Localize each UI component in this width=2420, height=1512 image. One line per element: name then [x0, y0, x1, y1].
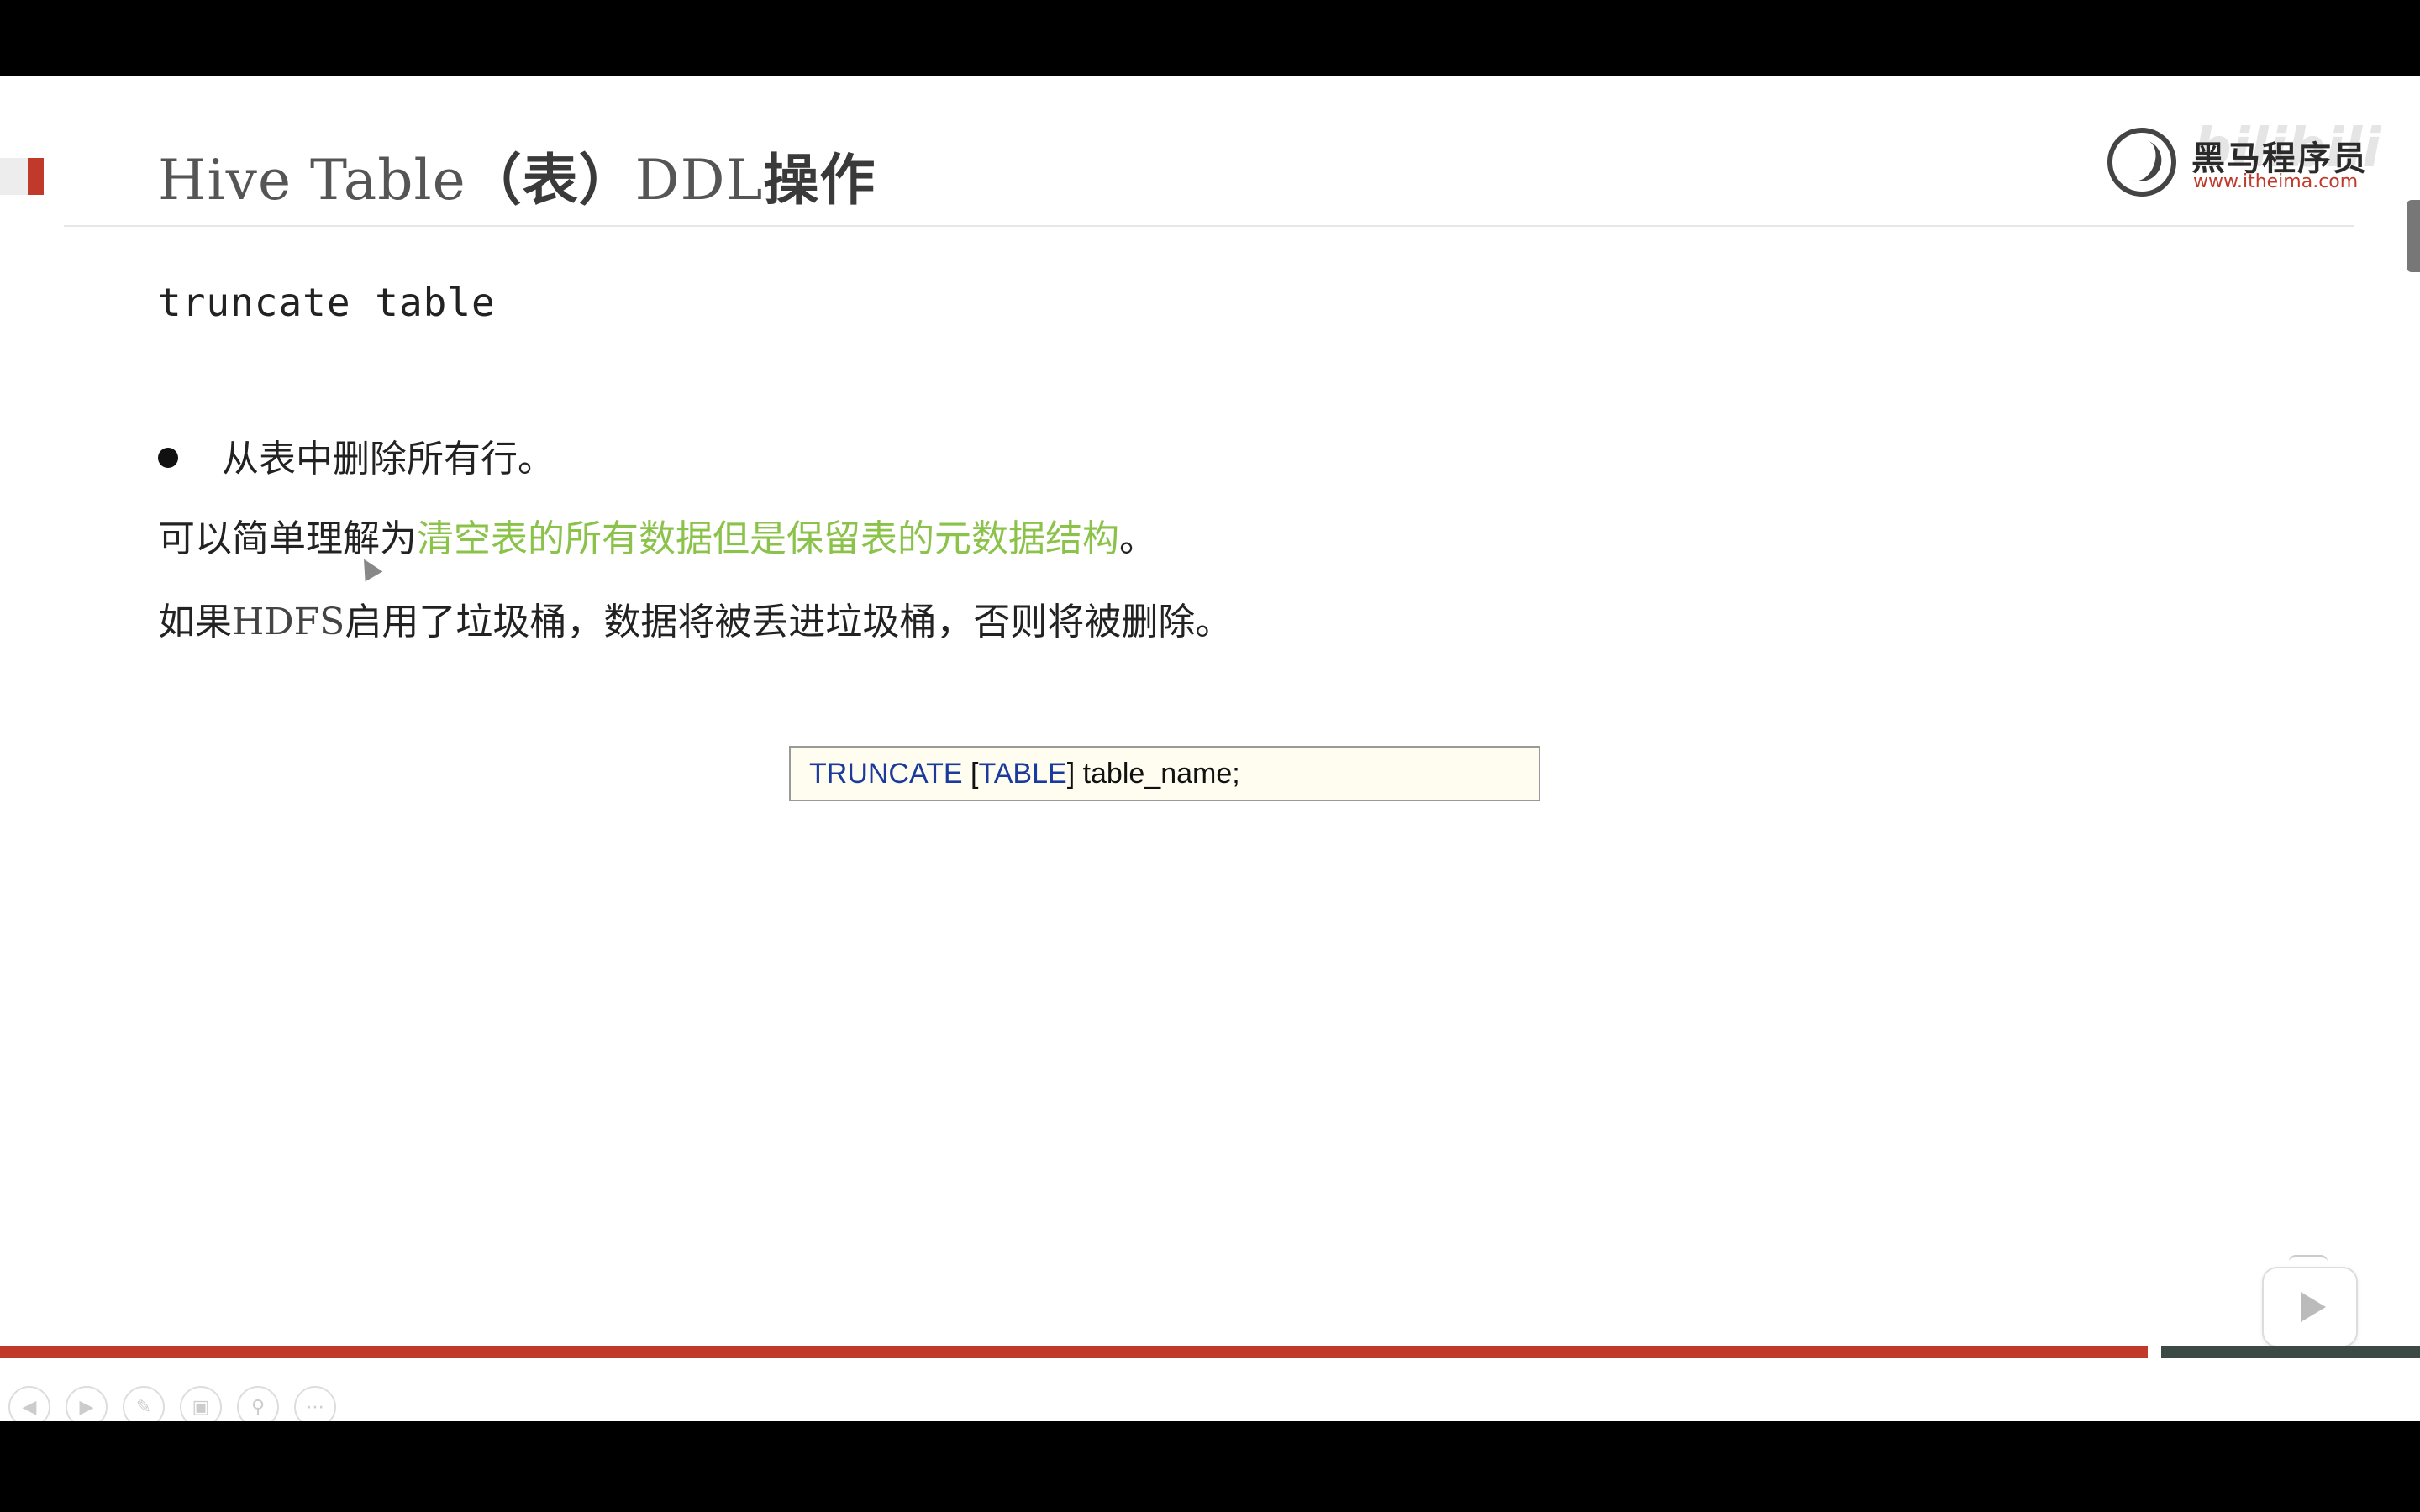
- line1-suffix: 。: [1119, 517, 1156, 560]
- horse-logo-icon: [2107, 128, 2176, 197]
- video-progress-remaining[interactable]: [2161, 1346, 2420, 1358]
- title-op: 操作: [763, 148, 876, 213]
- side-scroll-tab[interactable]: [2407, 200, 2420, 272]
- line2-hdfs: HDFS: [232, 601, 345, 643]
- pen-icon[interactable]: ✎: [123, 1386, 165, 1421]
- bullet-item: 从表中删除所有行。: [158, 428, 555, 482]
- trash-note-line: 如果HDFS启用了垃圾桶，数据将被丢进垃圾桶，否则将被删除。: [158, 591, 1232, 645]
- title-divider: [64, 225, 2354, 227]
- prev-icon[interactable]: ◀: [8, 1386, 50, 1421]
- title-accent-red: [28, 158, 44, 195]
- line2-prefix: 如果: [158, 601, 232, 643]
- bullet-text: 从表中删除所有行。: [222, 438, 555, 480]
- explanation-line: 可以简单理解为清空表的所有数据但是保留表的元数据结构。: [158, 508, 1156, 562]
- slide-title: Hive Table（表）DDL操作: [158, 139, 876, 223]
- bullet-dot-icon: [158, 448, 178, 468]
- more-icon[interactable]: ⋯: [294, 1386, 336, 1421]
- code-bracket-open: [: [962, 758, 979, 790]
- code-keyword-truncate: TRUNCATE: [809, 758, 963, 790]
- title-latin: Hive Table: [158, 148, 466, 213]
- video-progress-played[interactable]: [0, 1346, 2148, 1358]
- sql-syntax-box: TRUNCATE [TABLE] table_name;: [789, 746, 1540, 801]
- title-ddl: DDL: [634, 148, 764, 213]
- line1-prefix: 可以简单理解为: [158, 517, 417, 560]
- zoom-icon[interactable]: ⚲: [237, 1386, 279, 1421]
- slides-icon[interactable]: ▣: [180, 1386, 222, 1421]
- logo-url: www.itheima.com: [2193, 171, 2359, 192]
- play-button[interactable]: [2262, 1267, 2358, 1347]
- itheima-logo: 黑马程序员 www.itheima.com: [2107, 128, 2366, 203]
- presentation-slide: Hive Table（表）DDL操作 bilibili 黑马程序员 www.it…: [0, 76, 2420, 1421]
- line2-rest: 启用了垃圾桶，数据将被丢进垃圾桶，否则将被删除。: [345, 601, 1233, 643]
- slideshow-controls: ◀ ▶ ✎ ▣ ⚲ ⋯: [8, 1386, 336, 1421]
- title-paren: （表）: [466, 148, 635, 213]
- line1-highlight: 清空表的所有数据但是保留表的元数据结构: [417, 517, 1119, 560]
- code-rest: ] table_name;: [1066, 758, 1240, 790]
- code-keyword-table: TABLE: [978, 758, 1067, 790]
- section-subtitle: truncate table: [158, 280, 496, 325]
- next-icon[interactable]: ▶: [66, 1386, 108, 1421]
